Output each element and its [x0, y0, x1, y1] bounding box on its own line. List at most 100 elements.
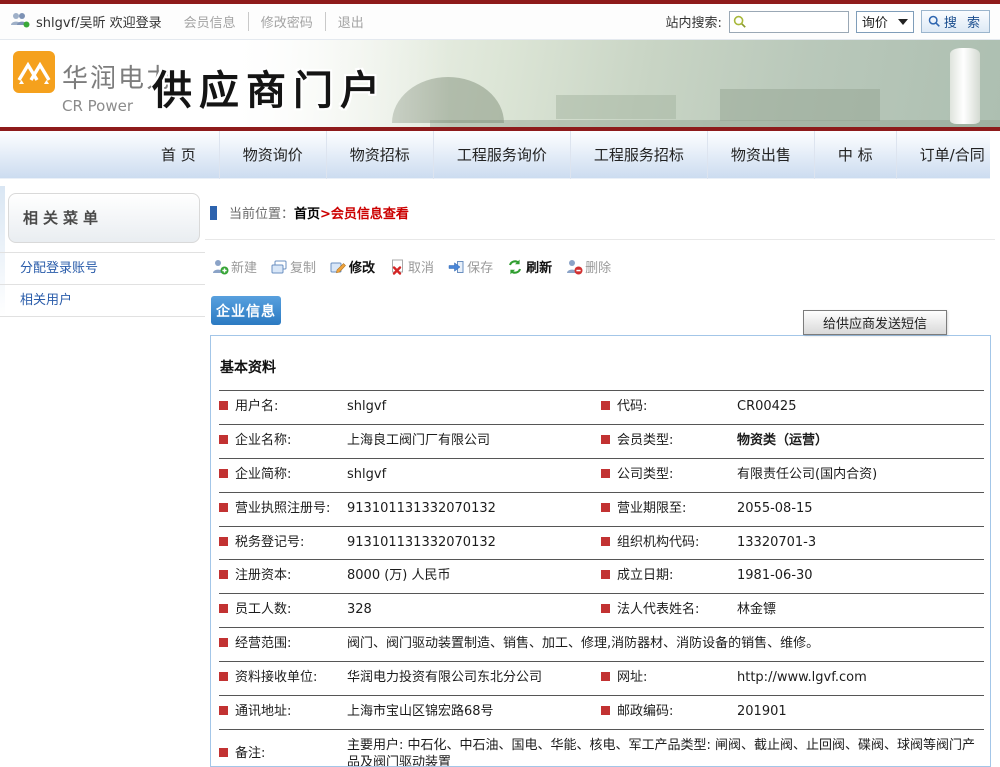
field-value: 913101131332070132	[347, 526, 601, 560]
search-label: 站内搜索:	[665, 12, 721, 31]
site-search: 站内搜索: 询价 搜 索	[665, 10, 990, 33]
users-icon	[10, 12, 30, 32]
breadcrumb-divider	[205, 239, 995, 240]
field-label: 网址:	[617, 670, 647, 685]
nav-engineering-tender[interactable]: 工程服务招标	[570, 131, 707, 179]
field-label: 法人代表姓名:	[617, 602, 699, 617]
modify-button[interactable]: 修改	[329, 257, 375, 276]
nav-engineering-inquiry[interactable]: 工程服务询价	[433, 131, 570, 179]
field-value: 上海良工阀门厂有限公司	[347, 424, 601, 458]
field-label: 邮政编码:	[617, 704, 673, 719]
bullet-icon	[219, 469, 228, 478]
bullet-icon	[601, 706, 610, 715]
table-row: 营业执照注册号: 913101131332070132 营业期限至: 2055-…	[219, 492, 984, 526]
field-label: 用户名:	[235, 399, 278, 414]
toolbar: 新建 复制 修改 取消	[211, 257, 611, 276]
send-sms-button[interactable]: 给供应商发送短信	[803, 310, 947, 335]
field-label: 营业期限至:	[617, 501, 686, 516]
field-label: 企业名称:	[235, 433, 291, 448]
field-value: 13320701-3	[737, 526, 984, 560]
bullet-icon	[219, 638, 228, 647]
bullet-icon	[601, 469, 610, 478]
cancel-button[interactable]: 取消	[388, 257, 434, 276]
bullet-icon	[601, 604, 610, 613]
section-title: 基本资料	[220, 357, 990, 377]
field-label: 通讯地址:	[235, 704, 291, 719]
field-value: 201901	[737, 696, 984, 730]
field-label: 企业简称:	[235, 467, 291, 482]
field-value: 有限责任公司(国内合资)	[737, 458, 984, 492]
logged-in-user: shlgvf/吴昕 欢迎登录	[36, 12, 162, 31]
field-label: 代码:	[617, 399, 647, 414]
field-label: 会员类型:	[617, 433, 673, 448]
magnifier-green-icon	[733, 15, 747, 29]
chevron-down-icon	[898, 19, 908, 25]
sidebar-item-assign-account[interactable]: 分配登录账号	[0, 253, 205, 285]
table-row: 企业名称: 上海良工阀门厂有限公司 会员类型: 物资类（运营）	[219, 424, 984, 458]
table-row: 资料接收单位: 华润电力投资有限公司东北分公司 网址: http://www.l…	[219, 662, 984, 696]
banner-art	[556, 95, 676, 119]
bullet-icon	[601, 672, 610, 681]
bullet-icon	[219, 503, 228, 512]
field-label: 员工人数:	[235, 602, 291, 617]
search-button-label: 搜 索	[944, 12, 983, 31]
bullet-icon	[601, 435, 610, 444]
new-button[interactable]: 新建	[211, 257, 257, 276]
field-value: http://www.lgvf.com	[737, 662, 984, 696]
bullet-icon	[601, 503, 610, 512]
copy-button[interactable]: 复制	[270, 257, 316, 276]
table-row: 税务登记号: 913101131332070132 组织机构代码: 133207…	[219, 526, 984, 560]
basic-info-table: 用户名: shlgvf 代码: CR00425 企业名称: 上海良工阀门厂有限公…	[219, 390, 984, 767]
bullet-icon	[219, 570, 228, 579]
field-value: 主要用户: 中石化、中石油、国电、华能、核电、军工产品类型: 闸阀、截止阀、止回…	[347, 729, 984, 767]
field-value: CR00425	[737, 391, 984, 425]
nav-material-inquiry[interactable]: 物资询价	[219, 131, 326, 179]
portal-title: 供应商门户	[152, 58, 387, 116]
breadcrumb: 当前位置： 首页 >会员信息查看	[210, 203, 409, 222]
breadcrumb-home[interactable]: 首页	[294, 203, 320, 222]
field-value: 913101131332070132	[347, 492, 601, 526]
link-change-password[interactable]: 修改密码	[248, 12, 325, 31]
banner-art	[950, 48, 980, 124]
breadcrumb-marker-icon	[210, 206, 217, 220]
bullet-icon	[219, 435, 228, 444]
field-label: 经营范围:	[235, 636, 291, 651]
edit-icon	[329, 258, 347, 276]
delete-button[interactable]: 删除	[565, 257, 611, 276]
search-category-value: 询价	[862, 12, 888, 31]
search-category-select[interactable]: 询价	[856, 11, 914, 33]
sidebar-item-related-users[interactable]: 相关用户	[0, 285, 205, 317]
field-label: 公司类型:	[617, 467, 673, 482]
refresh-button[interactable]: 刷新	[506, 257, 552, 276]
link-member-info[interactable]: 会员信息	[172, 12, 248, 31]
bullet-icon	[601, 537, 610, 546]
bullet-icon	[219, 748, 228, 757]
nav-home[interactable]: 首 页	[138, 131, 219, 179]
sidebar-menu: 分配登录账号 相关用户	[0, 252, 205, 317]
table-row: 经营范围: 阀门、阀门驱动装置制造、销售、加工、修理,消防器材、消防设备的销售、…	[219, 628, 984, 662]
nav-awarded[interactable]: 中 标	[814, 131, 896, 179]
field-label: 成立日期:	[617, 568, 673, 583]
save-button[interactable]: 保存	[447, 257, 493, 276]
nav-material-sale[interactable]: 物资出售	[707, 131, 814, 179]
field-value: 1981-06-30	[737, 560, 984, 594]
refresh-icon	[506, 258, 524, 276]
table-row: 用户名: shlgvf 代码: CR00425	[219, 391, 984, 425]
user-add-icon	[211, 258, 229, 276]
user-delete-icon	[565, 258, 583, 276]
tab-company-info[interactable]: 企业信息	[211, 296, 281, 325]
field-label: 营业执照注册号:	[235, 501, 330, 516]
field-value: 2055-08-15	[737, 492, 984, 526]
nav-orders-contracts[interactable]: 订单/合同	[896, 131, 1000, 179]
save-icon	[447, 258, 465, 276]
link-logout[interactable]: 退出	[325, 12, 376, 31]
topbar-links: 会员信息 修改密码 退出	[172, 12, 376, 31]
nav-material-tender[interactable]: 物资招标	[326, 131, 433, 179]
field-value: 上海市宝山区锦宏路68号	[347, 696, 601, 730]
bullet-icon	[219, 401, 228, 410]
search-input[interactable]	[729, 11, 849, 33]
banner: 华润电力 CR Power 供应商门户	[0, 40, 1000, 127]
main-nav: 首 页 物资询价 物资招标 工程服务询价 工程服务招标 物资出售 中 标 订单/…	[0, 131, 990, 179]
field-value: 8000 (万) 人民币	[347, 560, 601, 594]
search-button[interactable]: 搜 索	[921, 10, 990, 33]
